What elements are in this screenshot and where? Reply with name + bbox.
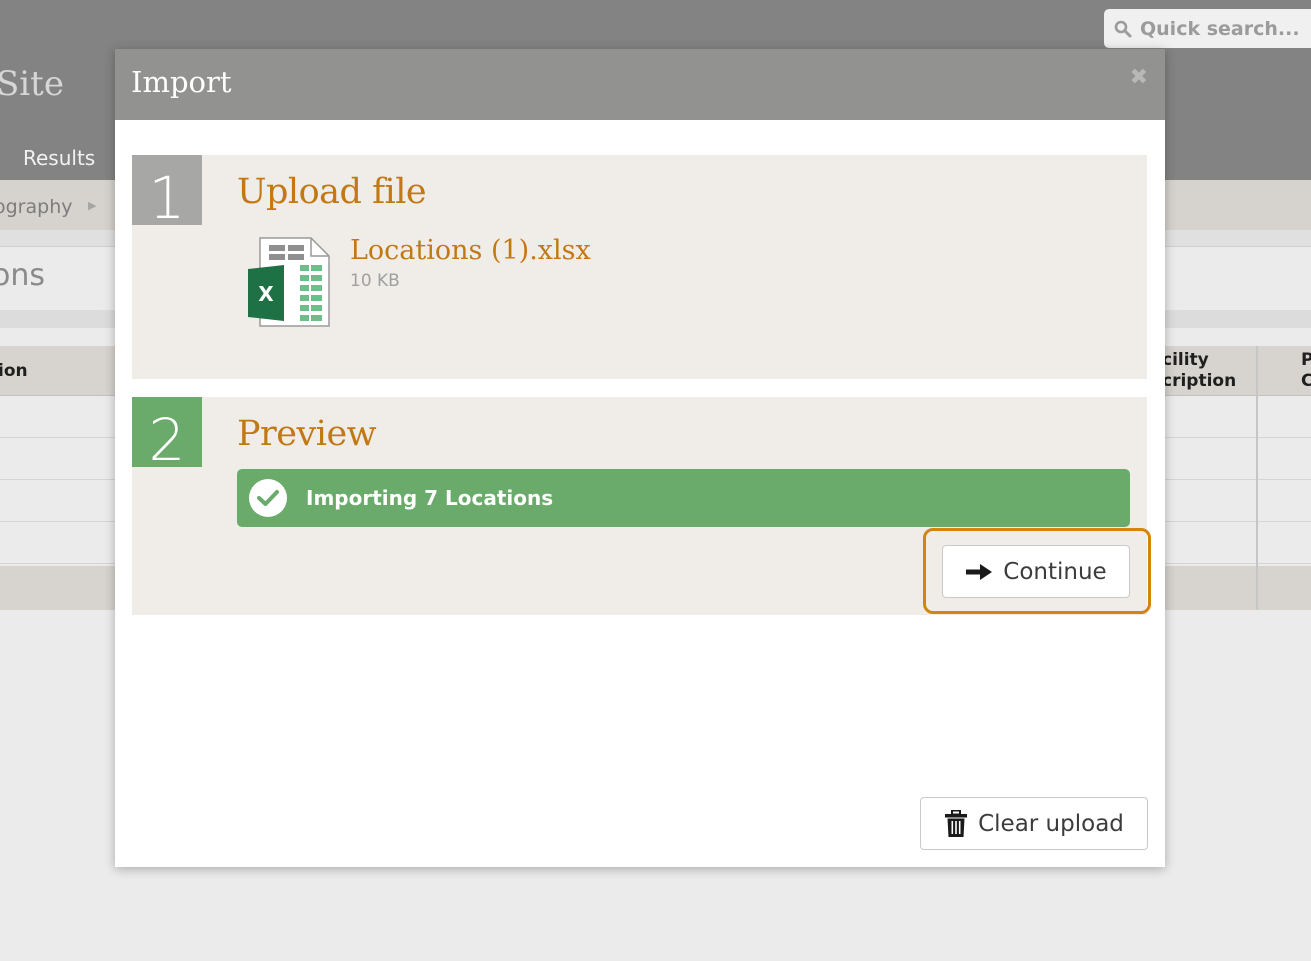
step-title: Preview — [237, 414, 377, 454]
file-name-link[interactable]: Locations (1).xlsx — [350, 235, 591, 266]
step-number: 1 — [132, 155, 202, 225]
page-title: ons — [0, 258, 45, 293]
excel-file-icon: X — [248, 237, 330, 327]
import-status-text: Importing 7 Locations — [306, 486, 554, 510]
column-header[interactable]: P C — [1301, 350, 1311, 392]
breadcrumb-separator-icon: ▶ — [88, 199, 97, 212]
column-header-line: P — [1301, 350, 1311, 370]
site-title: Site — [0, 64, 64, 104]
modal-header: Import ✖ — [115, 49, 1165, 120]
clear-upload-button[interactable]: Clear upload — [920, 797, 1148, 850]
column-header-line: C — [1301, 371, 1311, 391]
svg-text:X: X — [258, 282, 274, 306]
file-size: 10 KB — [350, 271, 400, 291]
upload-step: 1 Upload file X Locations (1).xlsx 10 KB — [132, 155, 1147, 379]
step-title: Upload file — [237, 172, 427, 212]
quick-search-box[interactable] — [1104, 9, 1311, 48]
column-header-line: cription — [1162, 371, 1237, 391]
column-header-line: cility — [1162, 350, 1209, 370]
check-circle-icon — [249, 479, 287, 517]
import-status-banner: Importing 7 Locations — [237, 469, 1130, 527]
column-divider — [1256, 346, 1258, 610]
column-header[interactable]: cility cription — [1162, 350, 1236, 392]
modal-title: Import — [131, 65, 232, 99]
continue-button-label: Continue — [1003, 558, 1107, 585]
import-modal: Import ✖ 1 Upload file X Locations (1).x… — [115, 49, 1165, 867]
search-icon — [1114, 20, 1132, 37]
clear-upload-button-label: Clear upload — [978, 810, 1124, 837]
nav-results[interactable]: Results — [23, 146, 95, 170]
continue-button[interactable]: Continue — [942, 545, 1130, 598]
step-number: 2 — [132, 397, 202, 467]
trash-icon — [945, 809, 968, 837]
breadcrumb-item[interactable]: ography — [0, 196, 73, 218]
quick-search-input[interactable] — [1140, 17, 1311, 40]
column-header[interactable]: ion — [0, 361, 28, 382]
arrow-right-icon — [966, 563, 993, 580]
close-icon[interactable]: ✖ — [1130, 67, 1148, 89]
